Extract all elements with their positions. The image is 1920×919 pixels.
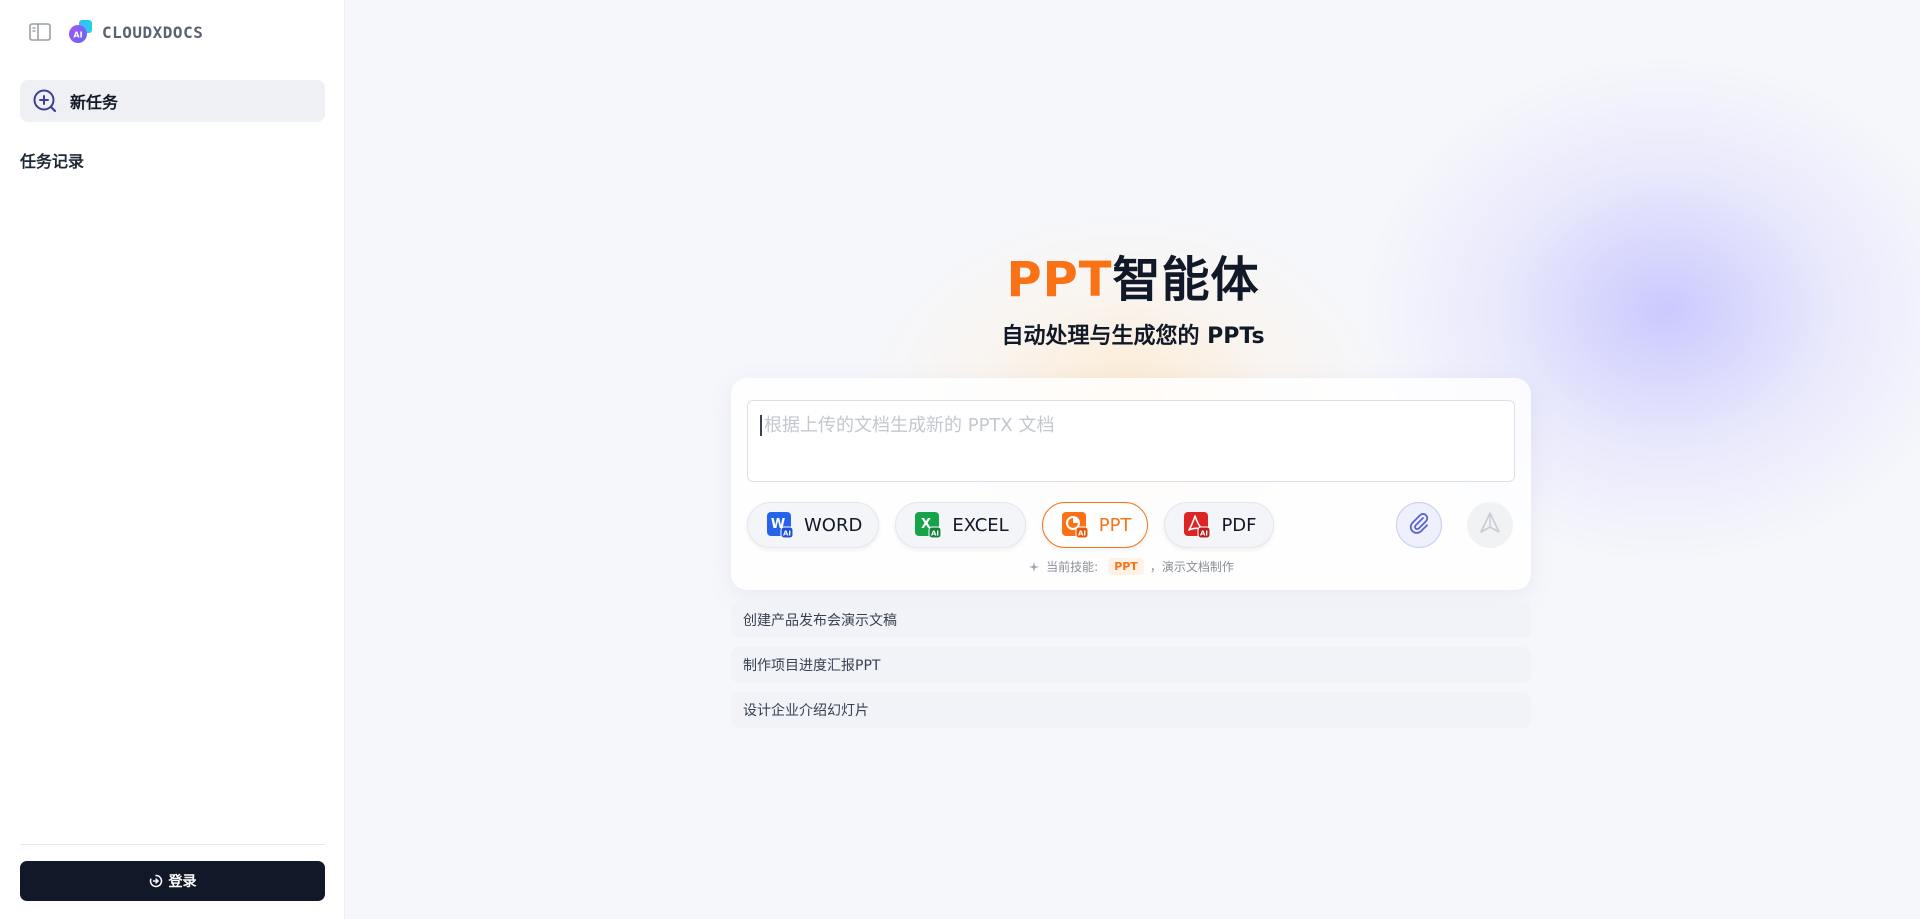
skill-word-button[interactable]: W AI WORD (747, 502, 880, 548)
page-title-accent: PPT (1006, 252, 1113, 308)
current-skill-desc: 演示文档制作 (1161, 560, 1234, 574)
current-skill-prefix: 当前技能: (1046, 560, 1099, 574)
main-panel: PPT智能体 自动处理与生成您的 PPTs W AI WORD (346, 0, 1920, 919)
brand-logo[interactable]: AI CLOUDXDOCS (68, 19, 203, 45)
current-skill-hint: 当前技能: PPT ， 演示文档制作 (731, 558, 1531, 575)
prompt-box[interactable] (747, 400, 1515, 482)
brand-name: CLOUDXDOCS (102, 22, 204, 42)
prompt-card: W AI WORD X AI EXCEL (731, 378, 1531, 590)
skill-pdf-label: PDF (1221, 514, 1257, 536)
new-task-label: 新任务 (70, 93, 119, 112)
current-skill-badge: PPT (1108, 558, 1144, 575)
skill-word-label: WORD (804, 514, 863, 536)
sidebar: AI CLOUDXDOCS 新任务 任务记录 登录 (0, 0, 345, 919)
login-label: 登录 (168, 874, 197, 890)
skill-selector: W AI WORD X AI EXCEL AI PPT AI PDF (747, 502, 1290, 548)
svg-text:AI: AI (783, 530, 791, 538)
svg-text:AI: AI (73, 31, 82, 40)
sparkle-icon (1028, 561, 1040, 573)
page-subtitle: 自动处理与生成您的 PPTs (1001, 324, 1265, 349)
ai-logo-icon: AI (68, 19, 94, 45)
prompt-input[interactable] (760, 415, 1502, 436)
login-button[interactable]: 登录 (20, 861, 325, 901)
skill-ppt-button[interactable]: AI PPT (1041, 502, 1149, 548)
page-title-rest: 智能体 (1112, 252, 1260, 308)
excel-ai-icon: X AI (914, 511, 942, 539)
task-history-title: 任务记录 (20, 152, 85, 171)
suggestion-item[interactable]: 制作项目进度汇报PPT (731, 647, 1531, 683)
send-button[interactable] (1467, 502, 1513, 548)
skill-excel-button[interactable]: X AI EXCEL (895, 502, 1026, 548)
skill-ppt-label: PPT (1098, 514, 1132, 536)
skill-excel-label: EXCEL (952, 514, 1009, 536)
attach-file-button[interactable] (1396, 502, 1442, 548)
skill-pdf-button[interactable]: AI PDF (1164, 502, 1274, 548)
page-title: PPT智能体 (346, 240, 1920, 310)
svg-text:AI: AI (1078, 530, 1086, 538)
sidebar-toggle-icon[interactable] (28, 21, 52, 43)
word-ai-icon: W AI (766, 511, 794, 539)
ppt-ai-icon: AI (1061, 511, 1089, 539)
login-icon (149, 874, 163, 888)
sidebar-divider (20, 844, 325, 845)
new-task-button[interactable]: 新任务 (20, 80, 325, 122)
pdf-ai-icon: AI (1183, 511, 1211, 539)
svg-text:AI: AI (1200, 530, 1208, 538)
current-skill-separator: ， (1149, 560, 1162, 574)
new-chat-plus-icon (32, 88, 58, 114)
paperclip-icon (1406, 510, 1432, 540)
suggestion-item[interactable]: 设计企业介绍幻灯片 (731, 692, 1531, 728)
suggestion-item[interactable]: 创建产品发布会演示文稿 (731, 602, 1531, 638)
sidebar-header: AI CLOUDXDOCS (28, 18, 203, 46)
send-icon (1477, 510, 1503, 540)
svg-text:AI: AI (931, 530, 939, 538)
